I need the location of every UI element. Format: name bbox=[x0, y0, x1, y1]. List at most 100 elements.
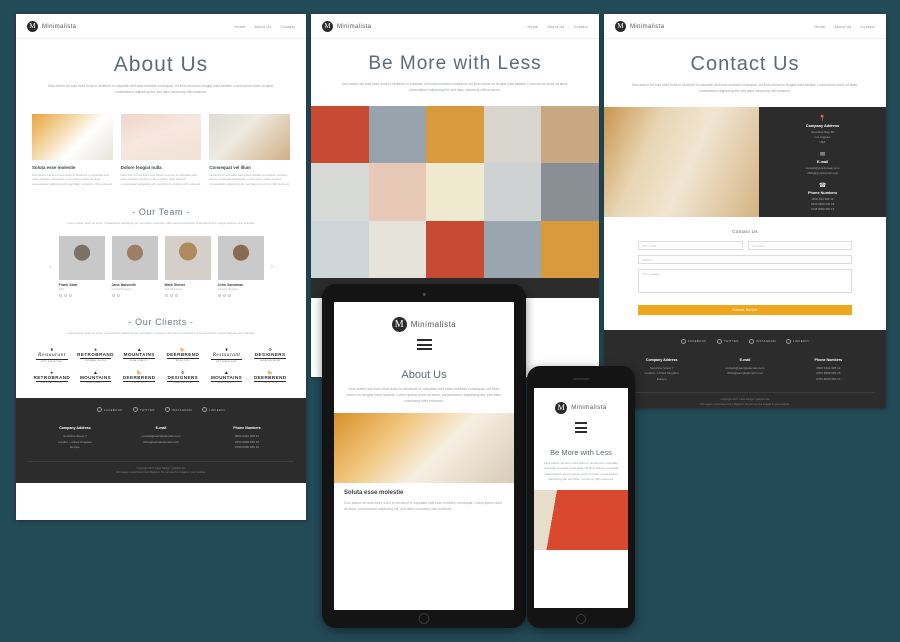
team-social-links[interactable] bbox=[111, 294, 158, 298]
mobile-header: M Minimalista bbox=[534, 388, 628, 440]
client-name: Restaurant bbox=[37, 352, 66, 359]
site-header: M Minimalista Home About Us Contact bbox=[311, 14, 599, 39]
footer-column-title: Phone Numbers bbox=[814, 357, 843, 362]
footer-columns: Company Address Sunshine Street 7 London -… bbox=[616, 354, 874, 393]
gallery-tile[interactable] bbox=[368, 105, 427, 164]
brand-logo[interactable]: M Minimalista bbox=[27, 21, 76, 32]
email-field[interactable]: Your e-mail bbox=[638, 240, 743, 250]
social-link-linkedin[interactable]: LINKEDIN bbox=[201, 407, 225, 413]
gallery-tile[interactable] bbox=[368, 163, 427, 221]
name-field[interactable]: Your name bbox=[747, 240, 852, 250]
photo-gallery-grid bbox=[311, 105, 599, 279]
nav-item-about[interactable]: About Us bbox=[547, 25, 564, 29]
team-heading: - Our Team - bbox=[132, 207, 190, 218]
nav-item-home[interactable]: Home bbox=[815, 25, 826, 29]
gallery-tile[interactable] bbox=[311, 105, 369, 164]
team-member-name: Frank Starr bbox=[58, 283, 78, 288]
gallery-tile[interactable] bbox=[368, 220, 427, 279]
phone-device-mockup: M Minimalista Be More with Less Duis aut… bbox=[527, 366, 635, 628]
gallery-tile[interactable] bbox=[426, 105, 484, 164]
client-tagline: ORIGINAL GOODS bbox=[40, 382, 63, 385]
brand-logo[interactable]: M Minimalista bbox=[391, 317, 457, 332]
footer-column-title: E-mail bbox=[155, 426, 167, 431]
gallery-tile[interactable] bbox=[483, 220, 542, 279]
client-name: MOUNTAINS bbox=[210, 374, 243, 380]
home-button[interactable] bbox=[576, 614, 586, 624]
nav-item-home[interactable]: Home bbox=[235, 25, 246, 29]
social-link-linkedin[interactable]: LINKEDIN bbox=[785, 338, 809, 344]
site-header: M Minimalista Home About Us Contact bbox=[604, 14, 886, 39]
feature-card[interactable]: Soluta esse molestie Duis autem vel eum … bbox=[32, 113, 113, 188]
brand-logo[interactable]: M Minimalista bbox=[555, 402, 607, 414]
footer-column: E-mail contact@sampledomain.com office@sam… bbox=[703, 358, 786, 383]
carousel-next-icon[interactable]: › bbox=[271, 262, 274, 271]
footer-column: Phone Numbers 0800 4321 908 12 0450 9899 5… bbox=[204, 426, 290, 451]
client-logo: ♜ Restaurant EST. SINCE 1984 bbox=[207, 348, 247, 363]
hero-section: About Us Duis autem vel eum iriure dolor… bbox=[334, 359, 514, 413]
client-name: DESIGNERS bbox=[254, 352, 286, 358]
social-link-twitter[interactable]: TWITTER bbox=[716, 338, 739, 344]
gallery-tile[interactable] bbox=[541, 105, 599, 164]
footer-column-title: E-mail bbox=[739, 357, 751, 362]
carousel-prev-icon[interactable]: ‹ bbox=[49, 262, 52, 271]
home-button[interactable] bbox=[418, 613, 430, 624]
message-field[interactable]: Your message bbox=[638, 268, 852, 293]
submit-button[interactable]: Submit Button bbox=[638, 304, 852, 315]
team-member[interactable]: John Sandman Account Manager bbox=[217, 236, 264, 298]
hero-paragraph: Duis autem vel eum iriure dolor in hendr… bbox=[543, 460, 619, 482]
client-tagline: HIGH QUALITY bbox=[217, 382, 236, 385]
brand-logo[interactable]: M Minimalista bbox=[322, 21, 371, 32]
social-link-instagram[interactable]: INSTAGRAM bbox=[748, 338, 776, 344]
client-name: DEERBREND bbox=[166, 352, 200, 358]
footer-social-links: FACEBOOK TWITTER INSTAGRAM LINKEDIN bbox=[28, 407, 294, 422]
form-heading: Contact Us bbox=[732, 228, 758, 234]
contact-page-mockup: M Minimalista Home About Us Contact Cont… bbox=[604, 14, 886, 408]
footer-column-title: Phone Numbers bbox=[233, 426, 261, 431]
nav-item-contact[interactable]: Contact bbox=[861, 25, 876, 29]
clients-section-heading: - Our Clients - Lorem ipsum dolor sit am… bbox=[16, 307, 306, 340]
team-member[interactable]: Mark Stoner Web Developer bbox=[164, 236, 211, 298]
feature-card[interactable]: Consequat vel illum Hendrerit in vulputa… bbox=[209, 113, 291, 188]
feature-cards: Soluta esse molestie Duis autem vel eum … bbox=[16, 108, 306, 198]
clients-subtext: Lorem ipsum dolor sit amet, consectetuer… bbox=[67, 331, 255, 336]
client-logo: ⚙ DESIGNERS CREATIVE WORK bbox=[250, 348, 290, 363]
social-link-facebook[interactable]: FACEBOOK bbox=[97, 407, 123, 413]
gallery-tile[interactable] bbox=[311, 220, 369, 279]
client-tagline: CREATIVE WORK bbox=[259, 359, 281, 362]
social-link-facebook[interactable]: FACEBOOK bbox=[681, 338, 707, 344]
client-name: RETROBRAND bbox=[33, 374, 71, 380]
hamburger-menu-icon[interactable] bbox=[416, 339, 432, 350]
footer-column: Phone Numbers 0800 4321 908 12 0450 9899 5… bbox=[787, 358, 870, 383]
social-link-instagram[interactable]: INSTAGRAM bbox=[164, 407, 192, 413]
team-social-links[interactable] bbox=[217, 294, 264, 298]
feature-card[interactable]: Dolore feugiat nulla Duis dolor in hendr… bbox=[120, 113, 202, 188]
hamburger-menu-icon[interactable] bbox=[575, 422, 587, 433]
social-link-twitter[interactable]: TWITTER bbox=[132, 407, 155, 413]
divider bbox=[167, 358, 199, 359]
nav-item-about[interactable]: About Us bbox=[254, 25, 271, 29]
nav-item-home[interactable]: Home bbox=[528, 25, 539, 29]
gallery-tile[interactable] bbox=[426, 220, 484, 279]
gallery-tile[interactable] bbox=[483, 163, 542, 221]
team-section-heading: - Our Team - Lorem ipsum dolor sit amet,… bbox=[16, 197, 306, 230]
feature-image bbox=[120, 113, 202, 160]
gallery-tile[interactable] bbox=[311, 163, 369, 221]
team-social-links[interactable] bbox=[58, 294, 105, 298]
subject-field[interactable]: Subject bbox=[638, 254, 852, 264]
nav-item-contact[interactable]: Contact bbox=[281, 25, 296, 29]
team-member[interactable]: Jane Naismith Graphic Designer bbox=[111, 236, 158, 298]
footer-column: Company Address Sunshine Street 7 London -… bbox=[32, 426, 118, 451]
client-logo: ★ RETROBRAND ORIGINAL GOODS bbox=[76, 348, 116, 363]
gallery-tile[interactable] bbox=[426, 163, 484, 221]
gallery-tile[interactable] bbox=[483, 105, 542, 164]
team-member[interactable]: Frank Starr CEO bbox=[58, 236, 105, 298]
nav-item-contact[interactable]: Contact bbox=[574, 25, 589, 29]
team-social-links[interactable] bbox=[164, 294, 211, 298]
team-member-role: Graphic Designer bbox=[111, 288, 132, 292]
brand-logo[interactable]: M Minimalista bbox=[615, 21, 664, 32]
gallery-tile[interactable] bbox=[541, 163, 599, 221]
nav-item-about[interactable]: About Us bbox=[834, 25, 851, 29]
gallery-tile[interactable] bbox=[541, 220, 599, 279]
contact-info-panel: 📍 Company Address Sunshine Way 98 Los Angel… bbox=[759, 106, 886, 217]
client-name: MOUNTAINS bbox=[123, 352, 155, 358]
